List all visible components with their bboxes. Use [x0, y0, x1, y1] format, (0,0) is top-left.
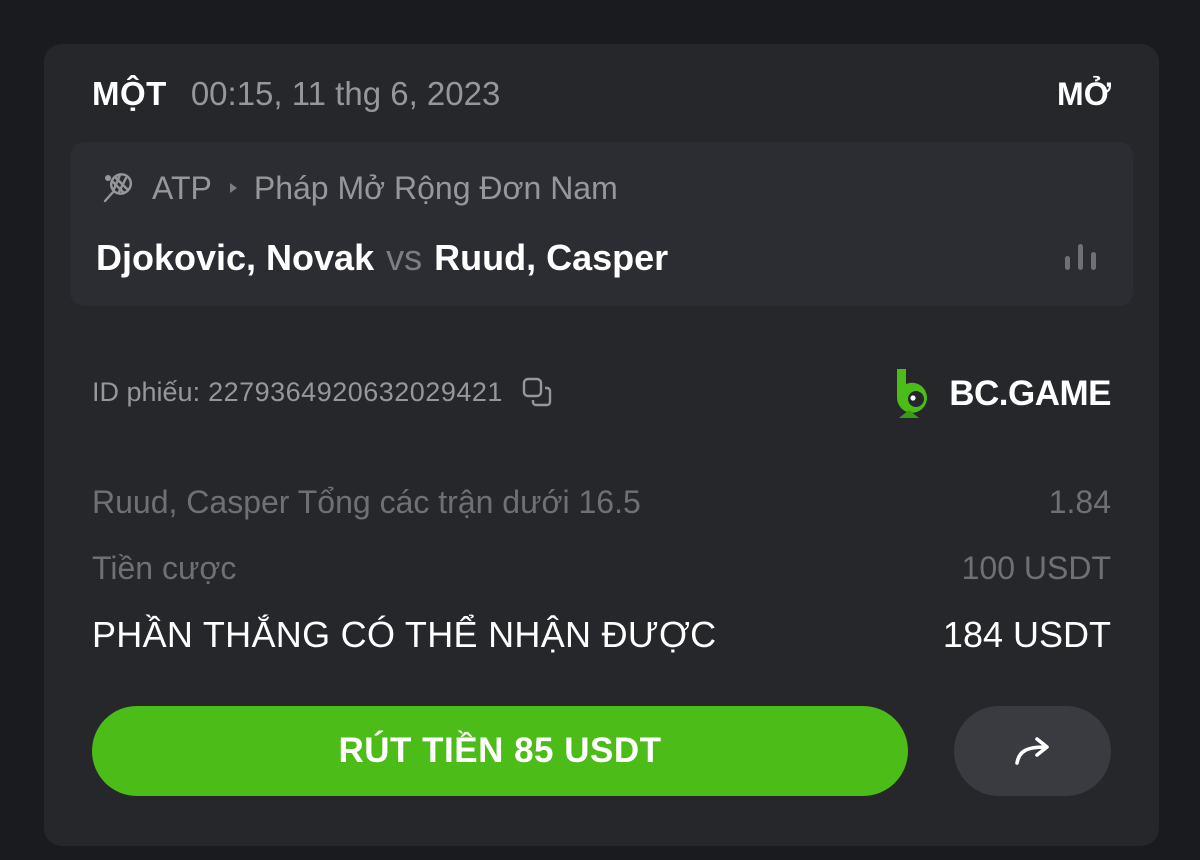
- league-breadcrumb: ATP Pháp Mở Rộng Đơn Nam: [100, 168, 618, 208]
- event-name: Pháp Mở Rộng Đơn Nam: [253, 169, 618, 206]
- potential-win-value: 184 USDT: [942, 614, 1111, 655]
- team-home: Djokovic, Novak: [96, 237, 375, 278]
- cashout-button[interactable]: RÚT TIỀN 85 USDT: [92, 706, 908, 796]
- team-away: Ruud, Casper: [434, 237, 669, 278]
- breadcrumb-caret-icon: [228, 181, 240, 195]
- potential-win-row: PHẦN THẮNG CÓ THỂ NHẬN ĐƯỢC 184 USDT: [92, 612, 1111, 658]
- brand-name: BC.GAME: [949, 374, 1111, 413]
- ticket-id-value: 227936492063202942​1: [208, 376, 503, 407]
- bet-datetime: 00:15, 11 thg 6, 2023: [190, 75, 501, 112]
- league-name: ATP: [152, 169, 212, 206]
- brand-logo: BC.GAME: [893, 366, 1111, 422]
- bet-slip-card: MỘT 00:15, 11 thg 6, 2023 MỞ ATP Pháp Mở…: [44, 44, 1159, 846]
- vs-label: vs: [386, 237, 423, 278]
- stake-label: Tiền cược: [92, 549, 237, 586]
- selection-row: Ruud, Casper Tổng các trận dưới 16.5 1.8…: [92, 482, 1111, 522]
- selection-label: Ruud, Casper Tổng các trận dưới 16.5: [92, 483, 641, 520]
- stake-row: Tiền cược 100 USDT: [92, 548, 1111, 588]
- stake-value: 100 USDT: [961, 549, 1111, 586]
- bet-header: MỘT 00:15, 11 thg 6, 2023 MỞ: [92, 74, 1111, 114]
- share-button[interactable]: [954, 706, 1111, 796]
- potential-win-label: PHẦN THẮNG CÓ THỂ NHẬN ĐƯỢC: [92, 614, 717, 655]
- copy-icon[interactable]: [521, 376, 553, 408]
- match-teams: Djokovic, Novak vs Ruud, Casper: [96, 236, 668, 280]
- bc-game-logo-icon: [893, 366, 937, 422]
- bar-chart-icon[interactable]: [1063, 242, 1099, 272]
- ticket-id-label: ID phiếu:: [92, 376, 201, 407]
- ticket-id-row: ID phiếu: 227936492063202942​1: [92, 374, 553, 410]
- bet-status: MỞ: [1057, 75, 1111, 112]
- bet-type: MỘT: [92, 75, 167, 112]
- selection-odds: 1.84: [1048, 483, 1111, 520]
- match-info[interactable]: ATP Pháp Mở Rộng Đơn Nam Djokovic, Novak…: [70, 142, 1133, 306]
- share-arrow-icon: [1011, 735, 1055, 767]
- tennis-racket-icon: [100, 170, 136, 206]
